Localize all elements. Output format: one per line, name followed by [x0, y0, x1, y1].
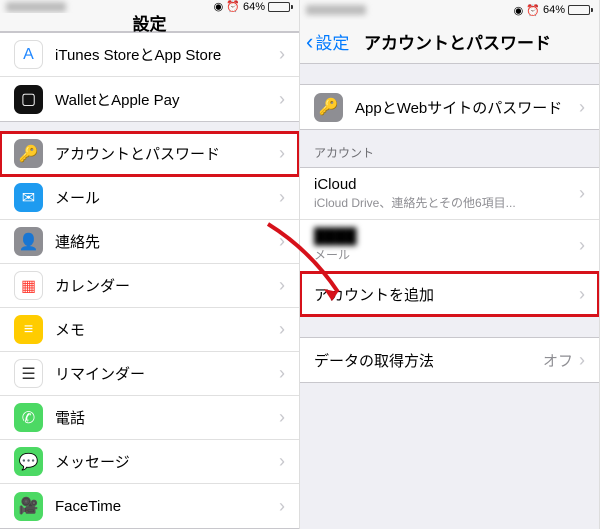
accounts-passwords-icon: 🔑	[14, 139, 43, 168]
mail-row[interactable]: ✉ メール›	[0, 176, 299, 220]
accounts-pane: ◉ ⏰ 64% ‹ 設定 アカウントとパスワード 🔑 AppとWebサイトのパス…	[300, 0, 600, 529]
battery-percent: 64%	[243, 1, 265, 13]
contacts-icon: 👤	[14, 227, 43, 256]
notes-row[interactable]: ≡ メモ›	[0, 308, 299, 352]
row-label: WalletとApple Pay	[55, 89, 279, 110]
chevron-right-icon: ›	[279, 407, 285, 428]
chevron-right-icon: ›	[279, 44, 285, 65]
row-subtitle: iCloud Drive、連絡先とその他6項目...	[314, 194, 579, 211]
row-label: メッセージ	[55, 451, 279, 472]
app-web-passwords-group: 🔑 AppとWebサイトのパスワード ›	[300, 84, 599, 130]
chevron-right-icon: ›	[279, 319, 285, 340]
phone-row[interactable]: ✆ 電話›	[0, 396, 299, 440]
chevron-right-icon: ›	[579, 284, 585, 305]
chevron-right-icon: ›	[279, 275, 285, 296]
row-label: 電話	[55, 407, 279, 428]
row-label: メモ	[55, 319, 279, 340]
itunes-appstore-icon: A	[14, 40, 43, 69]
row-label: iTunes StoreとApp Store	[55, 44, 279, 65]
row-label: アカウントとパスワード	[55, 143, 279, 164]
icloud-row[interactable]: iCloud iCloud Drive、連絡先とその他6項目... ›	[300, 168, 599, 220]
wallet-applepay-row[interactable]: ▢ WalletとApple Pay›	[0, 77, 299, 121]
status-icons: ◉ ⏰	[214, 0, 240, 13]
back-button[interactable]: ‹ 設定	[300, 29, 349, 55]
chevron-right-icon: ›	[579, 97, 585, 118]
back-label: 設定	[315, 29, 349, 54]
notes-icon: ≡	[14, 315, 43, 344]
battery-percent: 64%	[543, 4, 565, 16]
chevron-right-icon: ›	[279, 496, 285, 517]
reminders-row[interactable]: ☰ リマインダー›	[0, 352, 299, 396]
battery-icon	[268, 2, 293, 12]
row-label: リマインダー	[55, 363, 279, 384]
mail-icon: ✉	[14, 183, 43, 212]
row-label: カレンダー	[55, 275, 279, 296]
contacts-row[interactable]: 👤 連絡先›	[0, 220, 299, 264]
nav-title: 設定	[0, 10, 299, 35]
row-label: アカウントを追加	[314, 284, 579, 305]
messages-icon: 💬	[14, 447, 43, 476]
facetime-row[interactable]: 🎥 FaceTime›	[0, 484, 299, 528]
carrier-blur	[306, 5, 366, 15]
carrier-blur	[6, 2, 66, 12]
calendar-icon: ▦	[14, 271, 43, 300]
chevron-right-icon: ›	[279, 231, 285, 252]
chevron-right-icon: ›	[579, 235, 585, 256]
row-label: FaceTime	[55, 498, 279, 515]
fetch-row[interactable]: データの取得方法 オフ ›	[300, 338, 599, 382]
chevron-right-icon: ›	[579, 183, 585, 204]
chevron-left-icon: ‹	[306, 29, 313, 55]
account-row-hidden[interactable]: ████ メール ›	[300, 220, 599, 272]
accounts-passwords-row[interactable]: 🔑 アカウントとパスワード›	[0, 132, 299, 176]
phone-icon: ✆	[14, 403, 43, 432]
messages-row[interactable]: 💬 メッセージ›	[0, 440, 299, 484]
section-header-accounts: アカウント	[300, 130, 599, 167]
row-label: iCloud	[314, 176, 579, 194]
row-label: 連絡先	[55, 231, 279, 252]
battery-icon	[568, 5, 593, 15]
settings-pane: ◉ ⏰ 64% 設定 AiTunes StoreとApp Store›▢Wall…	[0, 0, 300, 529]
chevron-right-icon: ›	[279, 143, 285, 164]
calendar-row[interactable]: ▦ カレンダー›	[0, 264, 299, 308]
nav-bar: 設定	[0, 13, 299, 32]
facetime-icon: 🎥	[14, 492, 43, 521]
chevron-right-icon: ›	[279, 451, 285, 472]
status-bar: ◉ ⏰ 64%	[0, 0, 299, 13]
itunes-appstore-row[interactable]: AiTunes StoreとApp Store›	[0, 33, 299, 77]
row-label: データの取得方法	[314, 350, 543, 371]
list-group-1: AiTunes StoreとApp Store›▢WalletとApple Pa…	[0, 32, 299, 122]
reminders-icon: ☰	[14, 359, 43, 388]
fetch-group: データの取得方法 オフ ›	[300, 337, 599, 383]
row-detail: オフ	[543, 350, 573, 371]
status-bar: ◉ ⏰ 64%	[300, 0, 599, 20]
accounts-group: iCloud iCloud Drive、連絡先とその他6項目... › ████…	[300, 167, 599, 317]
row-label: AppとWebサイトのパスワード	[355, 97, 579, 118]
row-label: メール	[55, 187, 279, 208]
key-icon: 🔑	[314, 93, 343, 122]
wallet-applepay-icon: ▢	[14, 85, 43, 114]
list-group-2: 🔑アカウントとパスワード›✉メール›👤連絡先›▦カレンダー›≡メモ›☰リマインダ…	[0, 131, 299, 529]
row-subtitle: メール	[314, 246, 579, 263]
app-web-passwords-row[interactable]: 🔑 AppとWebサイトのパスワード ›	[300, 85, 599, 129]
chevron-right-icon: ›	[279, 89, 285, 110]
chevron-right-icon: ›	[579, 350, 585, 371]
chevron-right-icon: ›	[279, 187, 285, 208]
chevron-right-icon: ›	[279, 363, 285, 384]
row-label: ████	[314, 228, 579, 246]
status-icons: ◉ ⏰	[514, 4, 540, 17]
nav-bar: ‹ 設定 アカウントとパスワード	[300, 20, 599, 64]
add-account-row[interactable]: アカウントを追加 ›	[300, 272, 599, 316]
